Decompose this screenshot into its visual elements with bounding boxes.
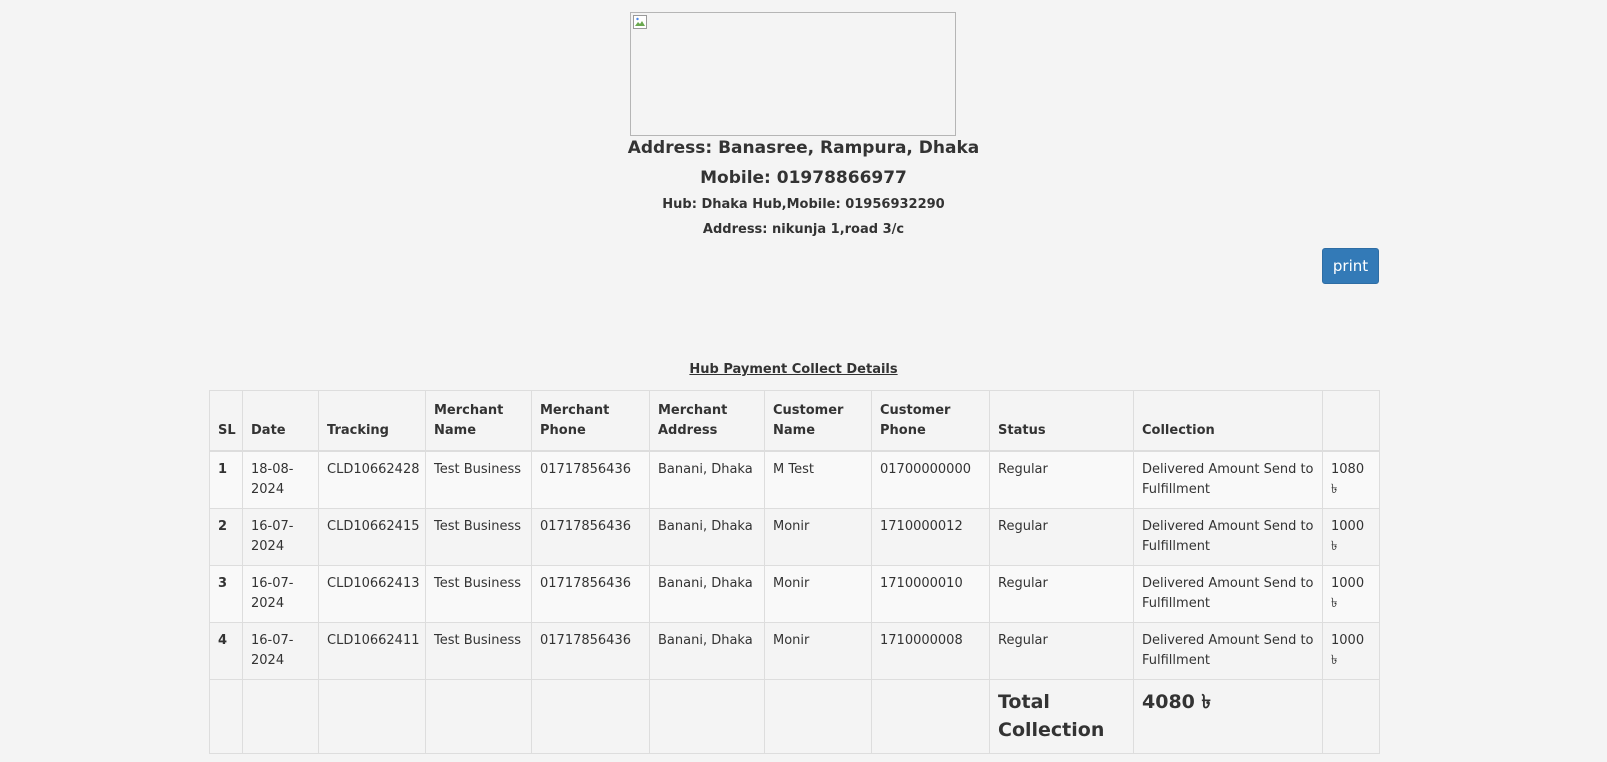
table-row: 3 16-07-2024 CLD10662413 Test Business 0… (209, 565, 1380, 623)
cell-date: 16-07-2024 (242, 622, 319, 680)
cell-tracking: CLD10662413 (318, 565, 426, 623)
hub-address: Address: nikunja 1,road 3/c (702, 222, 905, 237)
total-collection-value: 4080 ৳ (1133, 679, 1323, 754)
cell-amount: 1000 ৳ (1322, 565, 1380, 623)
total-collection-label: Total Collection (989, 679, 1134, 754)
empty-cell (425, 679, 532, 754)
column-header: Merchant Phone (531, 390, 650, 452)
cell-date: 16-07-2024 (242, 565, 319, 623)
broken-image-icon (633, 15, 647, 29)
column-header: Merchant Name (425, 390, 532, 452)
cell-date: 16-07-2024 (242, 508, 319, 566)
cell-customer-phone: 1710000012 (871, 508, 990, 566)
cell-collection: Delivered Amount Send to Fulfillment (1133, 622, 1323, 680)
empty-cell (649, 679, 765, 754)
cell-merchant-name: Test Business (425, 508, 532, 566)
cell-merchant-address: Banani, Dhaka (649, 450, 765, 509)
cell-amount: 1080 ৳ (1322, 450, 1380, 509)
cell-tracking: CLD10662411 (318, 622, 426, 680)
cell-merchant-phone: 01717856436 (531, 622, 650, 680)
cell-merchant-address: Banani, Dhaka (649, 565, 765, 623)
cell-customer-name: Monir (764, 565, 872, 623)
cell-sl: 4 (209, 622, 243, 680)
cell-merchant-address: Banani, Dhaka (649, 508, 765, 566)
table-row: 2 16-07-2024 CLD10662415 Test Business 0… (209, 508, 1380, 566)
cell-merchant-name: Test Business (425, 450, 532, 509)
cell-collection: Delivered Amount Send to Fulfillment (1133, 450, 1323, 509)
print-button[interactable]: print (1322, 248, 1379, 284)
empty-cell (242, 679, 319, 754)
total-row: Total Collection 4080 ৳ (209, 679, 1380, 754)
column-header: SL (209, 390, 243, 452)
cell-collection: Delivered Amount Send to Fulfillment (1133, 565, 1323, 623)
empty-cell (871, 679, 990, 754)
cell-tracking: CLD10662415 (318, 508, 426, 566)
cell-merchant-address: Banani, Dhaka (649, 622, 765, 680)
cell-tracking: CLD10662428 (318, 450, 426, 509)
table-title: Hub Payment Collect Details (689, 362, 898, 377)
table-row: 4 16-07-2024 CLD10662411 Test Business 0… (209, 622, 1380, 680)
column-header: Customer Name (764, 390, 872, 452)
column-header: Customer Phone (871, 390, 990, 452)
cell-sl: 1 (209, 450, 243, 509)
cell-amount: 1000 ৳ (1322, 622, 1380, 680)
empty-cell (764, 679, 872, 754)
cell-date: 18-08-2024 (242, 450, 319, 509)
empty-cell (531, 679, 650, 754)
company-mobile: Mobile: 01978866977 (700, 168, 907, 188)
table-row: 1 18-08-2024 CLD10662428 Test Business 0… (209, 450, 1380, 509)
cell-customer-name: Monir (764, 622, 872, 680)
cell-collection: Delivered Amount Send to Fulfillment (1133, 508, 1323, 566)
cell-customer-name: Monir (764, 508, 872, 566)
cell-customer-name: M Test (764, 450, 872, 509)
column-header: Tracking (318, 390, 426, 452)
cell-merchant-name: Test Business (425, 622, 532, 680)
cell-status: Regular (989, 622, 1134, 680)
payment-collect-table: SL Date Tracking Merchant Name Merchant … (209, 390, 1380, 754)
cell-customer-phone: 1710000010 (871, 565, 990, 623)
column-header (1322, 390, 1380, 452)
empty-cell (1322, 679, 1380, 754)
cell-merchant-phone: 01717856436 (531, 508, 650, 566)
cell-merchant-name: Test Business (425, 565, 532, 623)
column-header: Status (989, 390, 1134, 452)
cell-merchant-phone: 01717856436 (531, 450, 650, 509)
column-header: Collection (1133, 390, 1323, 452)
table-header-row: SL Date Tracking Merchant Name Merchant … (209, 390, 1380, 452)
empty-cell (209, 679, 243, 754)
hub-info: Hub: Dhaka Hub,Mobile: 01956932290 (662, 197, 945, 212)
cell-status: Regular (989, 565, 1134, 623)
cell-status: Regular (989, 450, 1134, 509)
empty-cell (318, 679, 426, 754)
cell-customer-phone: 01700000000 (871, 450, 990, 509)
cell-sl: 3 (209, 565, 243, 623)
cell-merchant-phone: 01717856436 (531, 565, 650, 623)
company-logo-broken-image (630, 12, 956, 136)
column-header: Date (242, 390, 319, 452)
column-header: Merchant Address (649, 390, 765, 452)
company-address: Address: Banasree, Rampura, Dhaka (627, 138, 980, 158)
cell-sl: 2 (209, 508, 243, 566)
cell-customer-phone: 1710000008 (871, 622, 990, 680)
cell-status: Regular (989, 508, 1134, 566)
cell-amount: 1000 ৳ (1322, 508, 1380, 566)
